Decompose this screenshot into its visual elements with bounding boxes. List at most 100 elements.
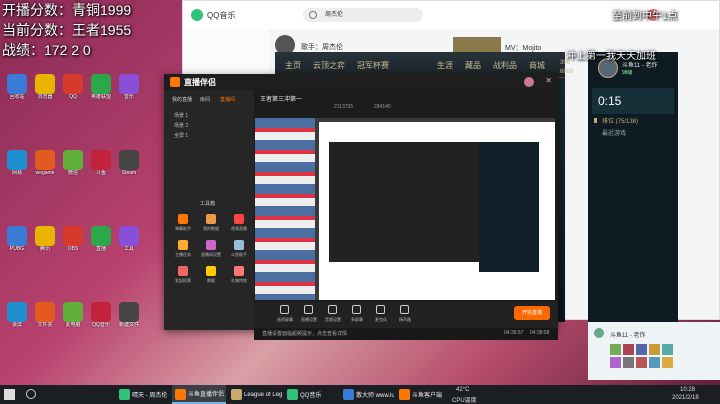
scene-item[interactable]: 场景 2 xyxy=(174,122,188,129)
singer-label[interactable]: 歌手：周杰伦 xyxy=(301,42,343,52)
lol-nav-clash[interactable]: 冠军杯赛 xyxy=(357,60,389,71)
cpu-temp: 42°C xyxy=(456,387,470,393)
tool-button[interactable]: 斗鱼助手 xyxy=(226,238,252,262)
app-logo-text: 直播伴侣 xyxy=(184,78,216,87)
tool-button[interactable]: 视频直播 xyxy=(226,212,252,236)
ranked-tab[interactable]: 排位 (75/138) xyxy=(602,116,638,125)
tab-my-live[interactable]: 我的直播 xyxy=(172,96,192,103)
champion-icon[interactable] xyxy=(662,357,673,368)
bottom-tool-label: 麦克风 xyxy=(375,317,387,322)
desktop-icon-label: QQ音乐 xyxy=(92,322,110,328)
taskbar-app[interactable]: 散大师 www.lud... xyxy=(340,385,394,404)
taskbar-app[interactable]: QQ音乐 xyxy=(284,385,338,404)
app-icon xyxy=(63,74,83,94)
tool-label: 我的数据 xyxy=(203,226,219,231)
bottom-tool-icon xyxy=(376,305,385,314)
taskbar-app[interactable]: 斗鱼客户端 xyxy=(396,385,450,404)
tool-button[interactable]: 数据 xyxy=(198,264,224,288)
champion-icon[interactable] xyxy=(649,344,660,355)
lol-nav-loot[interactable]: 战利品 xyxy=(493,60,517,71)
tool-label: 斗鱼助手 xyxy=(231,252,247,257)
champion-icon[interactable] xyxy=(610,344,621,355)
bottom-tool-button[interactable]: 多屏幕 xyxy=(346,304,368,326)
tool-label: 数据 xyxy=(207,278,215,283)
tab-room[interactable]: 房间 xyxy=(200,96,210,103)
notice-text[interactable]: 直播设置面临超频提示，点击查看详情 xyxy=(262,330,347,337)
overlay-goal: 冲上第一我天天加班 xyxy=(566,51,656,62)
recent-tab[interactable]: 最近游戏 xyxy=(602,128,626,137)
windows-start-icon[interactable] xyxy=(4,389,15,400)
taskbar-app-icon xyxy=(287,389,298,400)
scene-item[interactable]: 全屏 1 xyxy=(174,132,188,139)
desktop-icon[interactable]: wegame xyxy=(30,150,60,186)
champion-icon[interactable] xyxy=(636,344,647,355)
tool-button[interactable]: 发起投票 xyxy=(170,264,196,288)
taskbar-app[interactable]: 斗鱼直播伴侣 xyxy=(172,385,226,404)
taskbar-app[interactable]: League of Lege... xyxy=(228,385,282,404)
avatar[interactable] xyxy=(524,77,534,87)
desktop-icon[interactable]: QQ音乐 xyxy=(86,302,116,338)
desktop-icon-label: wegame xyxy=(35,170,55,176)
tool-label: 直播间设置 xyxy=(201,252,221,257)
desktop-icon[interactable]: QQ xyxy=(58,74,88,110)
desktop-icon[interactable]: 新建文件 xyxy=(114,302,144,338)
app-icon xyxy=(7,74,27,94)
search-input[interactable]: 周杰伦 xyxy=(303,8,423,22)
tool-button[interactable]: 礼物特效 xyxy=(226,264,252,288)
bottom-tool-icon xyxy=(304,305,313,314)
desktop-icon[interactable]: 微信 xyxy=(58,150,88,186)
lol-nav-home[interactable]: 主页 xyxy=(285,60,301,71)
tool-icon xyxy=(234,240,244,250)
desktop-icon[interactable]: 音乐 xyxy=(114,74,144,110)
taskbar-app[interactable]: 晴天 - 周杰伦 xyxy=(116,385,170,404)
champion-icon[interactable] xyxy=(623,344,634,355)
desktop-icon[interactable]: 直播 xyxy=(86,226,116,262)
lol-nav-store[interactable]: 商城 xyxy=(529,60,545,71)
desktop-icon[interactable]: 此电脑 xyxy=(58,302,88,338)
desktop-icon[interactable]: 斗鱼 xyxy=(86,150,116,186)
desktop-icon-label: OBS xyxy=(67,246,79,252)
app-icon xyxy=(63,226,83,246)
lol-nav-profile[interactable]: 生涯 xyxy=(437,60,453,71)
bottom-tool-button[interactable]: 音频设置 xyxy=(322,304,344,326)
champion-icon[interactable] xyxy=(623,357,634,368)
app-icon xyxy=(91,302,111,322)
bottom-tool-button[interactable]: 画质屏幕 xyxy=(274,304,296,326)
bottom-tool-button[interactable]: 扬声器 xyxy=(394,304,416,326)
desktop-icon[interactable]: OBS xyxy=(58,226,88,262)
live-preview[interactable] xyxy=(255,118,555,300)
tool-button[interactable]: 主播任务 xyxy=(170,238,196,262)
lol-social-panel: 斗鱼11 - 老炸 98级 0:15 排位 (75/138) 最近游戏 xyxy=(588,52,678,322)
desktop-icon[interactable]: 工具 xyxy=(114,226,144,262)
desktop-icon[interactable]: Steam xyxy=(114,150,144,186)
desktop-icon[interactable]: 文件夹 xyxy=(30,302,60,338)
desktop-icon[interactable]: 英雄联盟 xyxy=(86,74,116,110)
viewer-count: 2113735 xyxy=(334,104,354,110)
start-live-button[interactable]: 开始直播 xyxy=(514,306,550,320)
bottom-tool-button[interactable]: 直播设置 xyxy=(298,304,320,326)
desktop-icon[interactable]: 腾讯 xyxy=(30,226,60,262)
scene-item[interactable]: 场景 1 xyxy=(174,112,188,119)
bottom-tool-button[interactable]: 麦克风 xyxy=(370,304,392,326)
clock-date[interactable]: 2021/2/18 xyxy=(672,395,699,401)
desktop-icon[interactable]: 网易 xyxy=(2,150,32,186)
close-icon[interactable]: ✕ xyxy=(545,76,552,85)
desktop-icon[interactable]: 浏览器 xyxy=(30,74,60,110)
tool-button[interactable]: 弹幕助手 xyxy=(170,212,196,236)
tool-button[interactable]: 我的数据 xyxy=(198,212,224,236)
desktop-icon[interactable]: 录屏 xyxy=(2,302,32,338)
champion-icon[interactable] xyxy=(649,357,660,368)
champion-icon[interactable] xyxy=(610,357,621,368)
champion-icon[interactable] xyxy=(636,357,647,368)
tool-button[interactable]: 直播间设置 xyxy=(198,238,224,262)
clock-time[interactable]: 10:28 xyxy=(680,387,695,393)
avatar[interactable] xyxy=(594,328,604,338)
search-icon[interactable] xyxy=(26,389,36,399)
champion-icon[interactable] xyxy=(662,344,673,355)
desktop-icon-label: 直播 xyxy=(95,246,106,252)
desktop-icon[interactable]: PUBG xyxy=(2,226,32,262)
lol-nav-tft[interactable]: 云顶之弈 xyxy=(313,60,345,71)
tab-live-room[interactable]: 直播间 xyxy=(220,96,235,103)
lol-nav-collection[interactable]: 藏品 xyxy=(465,60,481,71)
desktop-icon[interactable]: 回收站 xyxy=(2,74,32,110)
